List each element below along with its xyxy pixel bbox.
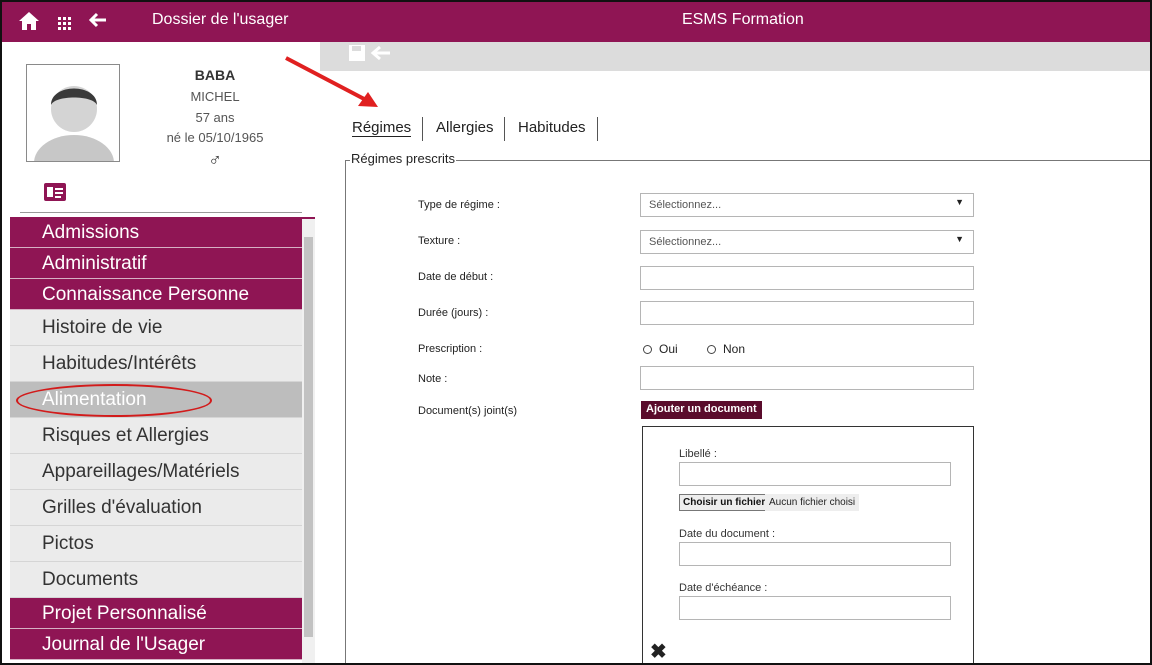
radio-label: Non <box>723 342 746 356</box>
date-debut-label: Date de début : <box>418 271 494 283</box>
back-arrow-icon[interactable] <box>88 10 108 35</box>
sidebar-item-admissions[interactable]: Admissions <box>10 217 315 248</box>
id-card-icon[interactable] <box>44 183 66 201</box>
sidebar-item-pictos[interactable]: Pictos <box>10 526 315 562</box>
toolbar <box>320 42 1150 71</box>
date-echeance-input[interactable] <box>679 596 951 620</box>
prescription-non-radio[interactable]: Non <box>707 342 745 356</box>
date-document-label: Date du document : <box>679 528 776 540</box>
tab-separator <box>422 117 423 141</box>
main-panel: Régimes Allergies Habitudes Régimes pres… <box>320 42 1150 663</box>
select-value: Sélectionnez... <box>649 199 722 211</box>
radio-circle-icon <box>643 345 652 354</box>
patient-age: 57 ans <box>195 110 235 125</box>
duree-label: Durée (jours) : <box>418 307 489 319</box>
annotation-arrow-icon <box>285 56 378 107</box>
sidebar-item-journal-usager[interactable]: Journal de l'Usager <box>10 629 315 660</box>
libelle-input[interactable] <box>679 462 951 486</box>
fieldset-legend: Régimes prescrits <box>350 151 457 166</box>
document-panel: Libellé : Choisir un fichier Aucun fichi… <box>642 426 974 663</box>
tab-separator <box>504 117 505 141</box>
divider <box>20 212 302 213</box>
app-title: ESMS Formation <box>682 11 804 28</box>
sidebar-item-connaissance-personne[interactable]: Connaissance Personne <box>10 279 315 310</box>
tab-regimes[interactable]: Régimes <box>352 119 412 137</box>
tab-separator <box>597 117 598 141</box>
prescription-label: Prescription : <box>418 343 483 355</box>
duree-input[interactable] <box>640 301 974 325</box>
sidebar-item-habitudes-interets[interactable]: Habitudes/Intérêts <box>10 346 315 382</box>
libelle-label: Libellé : <box>679 448 717 460</box>
home-icon[interactable] <box>18 10 40 32</box>
tab-habitudes[interactable]: Habitudes <box>518 119 586 136</box>
gender-icon: ♂ <box>208 150 222 170</box>
sidebar-item-projet-personnalise[interactable]: Projet Personnalisé <box>10 598 315 629</box>
file-status: Aucun fichier choisi <box>765 494 860 511</box>
date-debut-input[interactable] <box>640 266 974 290</box>
type-regime-label: Type de régime : <box>418 199 500 211</box>
chevron-down-icon: ▼ <box>955 197 964 207</box>
sidebar-item-risques-allergies[interactable]: Risques et Allergies <box>10 418 315 454</box>
sidebar-item-appareillages[interactable]: Appareillages/Matériels <box>10 454 315 490</box>
radio-circle-icon <box>707 345 716 354</box>
date-echeance-label: Date d'échéance : <box>679 582 768 594</box>
top-bar: Dossier de l'usager ESMS Formation <box>2 2 1150 42</box>
sidebar-item-administratif[interactable]: Administratif <box>10 248 315 279</box>
sidebar-scrollbar[interactable] <box>302 219 315 663</box>
note-label: Note : <box>418 373 448 385</box>
add-document-button[interactable]: Ajouter un document <box>641 401 762 419</box>
highlight-circle <box>16 384 212 417</box>
select-value: Sélectionnez... <box>649 236 722 248</box>
sidebar-menu: Admissions Administratif Connaissance Pe… <box>10 217 315 660</box>
radio-label: Oui <box>659 342 678 356</box>
documents-label: Document(s) joint(s) <box>418 405 518 417</box>
scrollbar-thumb[interactable] <box>304 237 313 637</box>
window: Dossier de l'usager ESMS Formation BABA … <box>0 0 1152 665</box>
patient-first-name: MICHEL <box>190 89 240 104</box>
note-input[interactable] <box>640 366 974 390</box>
texture-select[interactable]: Sélectionnez... ▼ <box>640 230 974 254</box>
choose-file-button[interactable]: Choisir un fichier <box>679 494 770 511</box>
sidebar-item-histoire-de-vie[interactable]: Histoire de vie <box>10 310 315 346</box>
patient-card: BABA MICHEL 57 ans né le 05/10/1965 ♂ <box>10 44 315 216</box>
sidebar-item-grilles-evaluation[interactable]: Grilles d'évaluation <box>10 490 315 526</box>
texture-label: Texture : <box>418 235 461 247</box>
patient-last-name: BABA <box>194 67 236 83</box>
date-document-input[interactable] <box>679 542 951 566</box>
chevron-down-icon: ▼ <box>955 234 964 244</box>
delete-icon[interactable]: ✖ <box>650 639 667 663</box>
breadcrumb: Dossier de l'usager <box>152 11 289 28</box>
sidebar-item-documents[interactable]: Documents <box>10 562 315 598</box>
sidebar: BABA MICHEL 57 ans né le 05/10/1965 ♂ Ad… <box>10 44 315 663</box>
prescription-oui-radio[interactable]: Oui <box>643 342 678 356</box>
type-regime-select[interactable]: Sélectionnez... ▼ <box>640 193 974 217</box>
grid-icon[interactable] <box>58 14 72 36</box>
sidebar-item-alimentation[interactable]: Alimentation <box>10 382 315 418</box>
avatar <box>26 64 120 162</box>
tab-allergies[interactable]: Allergies <box>436 119 494 136</box>
patient-birthdate: né le 05/10/1965 <box>166 130 264 145</box>
